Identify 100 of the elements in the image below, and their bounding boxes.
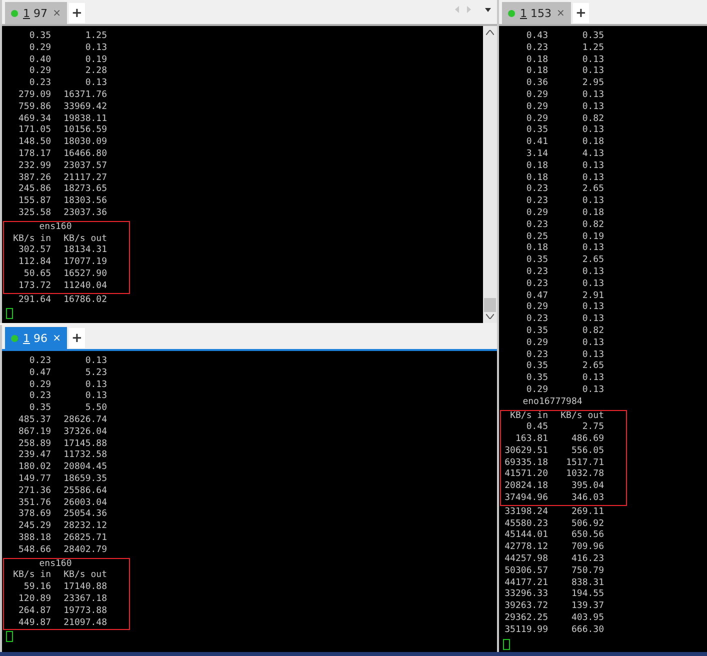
tab-label: 1 97 [23, 6, 48, 20]
new-tab-button[interactable]: + [69, 3, 85, 23]
kb-in-value: 33198.24 [504, 506, 548, 519]
kb-in-value: 0.40 [28, 54, 51, 66]
kb-in-value: 258.89 [17, 438, 51, 450]
kb-in-value: 20824.18 [504, 481, 548, 493]
kb-in-value: 291.64 [17, 294, 51, 306]
kb-out-value: 18134.31 [62, 245, 107, 257]
kb-out-value: 0.13 [84, 380, 107, 391]
kb-out-value: 1.25 [581, 42, 604, 55]
status-dot-icon [508, 10, 515, 16]
column-header: KB/s out [62, 570, 107, 582]
kb-out-value: 4.13 [581, 148, 604, 161]
kb-in-value: 0.29 [28, 66, 51, 78]
kb-in-value: 0.29 [525, 384, 548, 397]
kb-out-value: 0.13 [581, 66, 604, 78]
kb-in-value: 41571.20 [504, 469, 548, 481]
scrollbar[interactable] [483, 26, 497, 323]
interface-name: ens160 [38, 222, 73, 234]
kb-in-value: 388.18 [17, 532, 51, 545]
kb-in-value: 171.05 [17, 125, 51, 137]
tab-label: 1 153 [520, 6, 552, 20]
kb-out-value: 2.75 [581, 422, 604, 434]
scroll-left-icon[interactable] [455, 6, 459, 13]
kb-in-value: 0.29 [525, 90, 548, 102]
kb-in-value: 120.89 [17, 594, 51, 606]
kb-out-value: 20804.45 [62, 462, 107, 474]
close-tab-button[interactable]: × [52, 8, 61, 18]
kb-in-value: 155.87 [17, 196, 51, 208]
kb-out-value: 486.69 [570, 434, 604, 446]
kb-out-value: 403.95 [570, 613, 604, 625]
kb-out-value: 25054.36 [62, 509, 107, 521]
interface-name: ens160 [38, 558, 73, 570]
kb-out-value: 16466.80 [62, 148, 107, 161]
kb-in-value: 759.86 [17, 102, 51, 114]
kb-in-value: 0.29 [525, 114, 548, 125]
kb-out-value: 28626.74 [62, 414, 107, 427]
kb-in-value: 302.57 [17, 245, 51, 257]
scroll-down-icon[interactable] [486, 314, 494, 319]
dropdown-icon[interactable] [485, 8, 491, 12]
kb-out-value: 16371.76 [62, 90, 107, 102]
kb-in-value: 0.23 [525, 184, 548, 196]
kb-in-value: 0.45 [525, 422, 548, 434]
scroll-right-icon[interactable] [467, 6, 471, 13]
kb-in-value: 867.19 [17, 426, 51, 439]
kb-out-value: 346.03 [570, 493, 604, 505]
kb-in-value: 449.87 [17, 618, 51, 630]
kb-out-value: 21117.27 [62, 172, 107, 184]
kb-out-value: 0.13 [581, 350, 604, 361]
kb-out-value: 0.13 [581, 196, 604, 208]
kb-in-value: 173.72 [17, 280, 51, 293]
kb-in-value: 0.41 [525, 137, 548, 149]
terminal-tab[interactable]: 1 96 × [5, 327, 67, 349]
kb-in-value: 0.47 [28, 368, 51, 380]
kb-in-value: 0.18 [525, 54, 548, 66]
kb-out-value: 1517.71 [565, 458, 604, 469]
new-tab-button[interactable]: + [69, 328, 85, 348]
scroll-thumb[interactable] [484, 298, 496, 312]
kb-out-value: 0.19 [84, 54, 107, 66]
kb-out-value: 18303.56 [62, 196, 107, 208]
kb-out-value: 0.82 [581, 220, 604, 232]
kb-in-value: 45144.01 [504, 530, 548, 542]
kb-out-value: 25586.64 [62, 486, 107, 498]
kb-out-value: 33969.42 [62, 102, 107, 114]
kb-in-value: 0.29 [28, 380, 51, 391]
kb-out-value: 194.55 [570, 589, 604, 601]
kb-in-value: 37494.96 [504, 493, 548, 505]
kb-in-value: 42778.12 [504, 542, 548, 554]
kb-in-value: 148.50 [17, 137, 51, 149]
kb-in-value: 0.25 [525, 232, 548, 243]
kb-out-value: 0.18 [581, 137, 604, 149]
kb-out-value: 0.82 [581, 114, 604, 125]
tab-label: 1 96 [23, 332, 48, 344]
kb-out-value: 0.82 [581, 326, 604, 338]
kb-in-value: 44257.98 [504, 554, 548, 566]
kb-in-value: 29362.25 [504, 613, 548, 625]
kb-out-value: 17140.88 [62, 582, 107, 594]
interface-name: eno16777984 [522, 396, 584, 408]
new-tab-button[interactable]: + [572, 3, 589, 23]
kb-out-value: 5.23 [84, 368, 107, 380]
kb-out-value: 0.13 [581, 278, 604, 291]
kb-out-value: 26825.71 [62, 532, 107, 545]
kb-in-value: 0.23 [525, 350, 548, 361]
kb-out-value: 16527.90 [62, 268, 107, 281]
status-dot-icon [11, 334, 18, 342]
terminal-tab[interactable]: 1 97 × [5, 2, 67, 24]
kb-in-value: 0.43 [525, 31, 548, 43]
terminal-tab[interactable]: 1 153 × [502, 2, 571, 24]
kb-out-value: 37326.04 [62, 426, 107, 439]
close-tab-button[interactable]: × [556, 8, 565, 18]
kb-out-value: 2.65 [581, 184, 604, 196]
kb-in-value: 178.17 [17, 148, 51, 161]
kb-in-value: 35119.99 [504, 624, 548, 637]
scroll-up-icon[interactable] [486, 30, 494, 35]
close-tab-button[interactable]: × [52, 332, 61, 344]
kb-out-value: 139.37 [570, 601, 604, 613]
kb-out-value: 17077.19 [62, 257, 107, 269]
kb-in-value: 264.87 [17, 606, 51, 618]
kb-out-value: 17145.88 [62, 438, 107, 450]
kb-in-value: 0.29 [525, 102, 548, 114]
